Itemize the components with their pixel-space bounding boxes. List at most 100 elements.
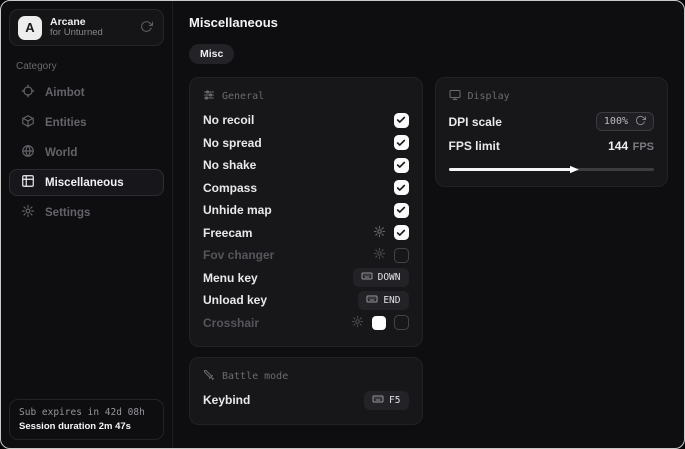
setting-label: Menu key xyxy=(203,271,258,285)
panel-title: General xyxy=(222,91,264,102)
sidebar-item-miscellaneous[interactable]: Miscellaneous xyxy=(9,169,164,196)
fov-changer-checkbox[interactable] xyxy=(394,248,409,263)
panel-title: Display xyxy=(468,91,510,102)
crosshair-config-button[interactable] xyxy=(351,315,364,331)
keyboard-icon xyxy=(372,393,384,408)
app-avatar: A xyxy=(18,16,42,40)
setting-row-no-shake: No shake xyxy=(203,154,409,177)
content-columns: General No recoil No spread No shake xyxy=(189,77,668,425)
reset-icon xyxy=(635,115,646,129)
setting-row-compass: Compass xyxy=(203,177,409,200)
fps-limit-slider[interactable] xyxy=(449,165,655,174)
fps-limit-unit: FPS xyxy=(633,141,654,153)
panel-general-header: General xyxy=(203,89,409,104)
setting-label: Crosshair xyxy=(203,316,259,330)
freecam-checkbox[interactable] xyxy=(394,225,409,240)
setting-label: Freecam xyxy=(203,226,252,240)
gear-icon xyxy=(21,204,35,221)
setting-label: No shake xyxy=(203,158,256,172)
keyboard-icon xyxy=(361,270,373,285)
no-spread-checkbox[interactable] xyxy=(394,135,409,150)
sidebar-nav: Aimbot Entities World Miscellaneous xyxy=(9,79,164,226)
keyboard-icon xyxy=(366,293,378,308)
keybind-value: F5 xyxy=(389,395,400,406)
sidebar-item-entities[interactable]: Entities xyxy=(9,109,164,136)
dpi-scale-control[interactable]: 100% xyxy=(596,112,654,131)
crosshair-icon xyxy=(21,84,35,101)
sidebar: A Arcane for Unturned Category Aimbot xyxy=(1,1,173,448)
sliders-icon xyxy=(203,89,215,104)
setting-row-freecam: Freecam xyxy=(203,222,409,245)
panel-general: General No recoil No spread No shake xyxy=(189,77,423,347)
app-subtitle: for Unturned xyxy=(50,28,130,39)
sidebar-item-settings[interactable]: Settings xyxy=(9,199,164,226)
grid-icon xyxy=(21,174,35,191)
setting-row-battle-keybind: Keybind F5 xyxy=(203,389,409,412)
setting-label: Compass xyxy=(203,181,257,195)
gear-icon xyxy=(373,247,386,263)
panel-display: Display DPI scale 100% FPS limit 144 xyxy=(435,77,669,187)
setting-row-unhide-map: Unhide map xyxy=(203,199,409,222)
setting-row-fps-limit: FPS limit 144 FPS xyxy=(449,136,655,156)
sword-icon xyxy=(203,369,215,384)
battle-mode-keybind-button[interactable]: F5 xyxy=(364,391,408,410)
panel-battle-mode: Battle mode Keybind F5 xyxy=(189,357,423,425)
sidebar-item-label: Entities xyxy=(45,117,87,129)
setting-label: Unload key xyxy=(203,293,267,307)
setting-label: DPI scale xyxy=(449,115,502,129)
sidebar-item-aimbot[interactable]: Aimbot xyxy=(9,79,164,106)
refresh-icon xyxy=(140,20,153,36)
main-content: Miscellaneous Misc General No recoil xyxy=(173,1,684,448)
cube-icon xyxy=(21,114,35,131)
no-shake-checkbox[interactable] xyxy=(394,158,409,173)
compass-checkbox[interactable] xyxy=(394,180,409,195)
gear-icon xyxy=(373,225,386,241)
menu-key-keybind-button[interactable]: DOWN xyxy=(353,268,409,287)
refresh-button[interactable] xyxy=(138,18,155,38)
gear-icon xyxy=(351,315,364,331)
no-recoil-checkbox[interactable] xyxy=(394,113,409,128)
app-titles: Arcane for Unturned xyxy=(50,16,130,39)
setting-row-dpi-scale: DPI scale 100% xyxy=(449,109,655,134)
sidebar-item-label: Settings xyxy=(45,207,90,219)
sidebar-item-label: Aimbot xyxy=(45,87,85,99)
setting-row-no-spread: No spread xyxy=(203,132,409,155)
unload-key-keybind-button[interactable]: END xyxy=(358,291,408,310)
panel-display-header: Display xyxy=(449,89,655,104)
page-title: Miscellaneous xyxy=(189,15,668,30)
crosshair-color-swatch[interactable] xyxy=(372,316,386,330)
app-window: A Arcane for Unturned Category Aimbot xyxy=(0,0,685,449)
setting-row-no-recoil: No recoil xyxy=(203,109,409,132)
setting-label: Fov changer xyxy=(203,248,274,262)
tab-misc[interactable]: Misc xyxy=(189,44,234,64)
session-duration-text: Session duration 2m 47s xyxy=(19,421,154,432)
globe-icon xyxy=(21,144,35,161)
setting-row-unload-key: Unload key END xyxy=(203,289,409,312)
panel-battle-mode-header: Battle mode xyxy=(203,369,409,384)
setting-row-crosshair: Crosshair xyxy=(203,312,409,335)
keybind-value: END xyxy=(383,295,400,306)
left-column: General No recoil No spread No shake xyxy=(189,77,423,425)
setting-row-fov-changer: Fov changer xyxy=(203,244,409,267)
fov-changer-config-button[interactable] xyxy=(373,247,386,263)
setting-row-menu-key: Menu key DOWN xyxy=(203,267,409,290)
keybind-value: DOWN xyxy=(378,272,401,283)
tab-bar: Misc xyxy=(189,44,668,64)
setting-label: Unhide map xyxy=(203,203,272,217)
category-label: Category xyxy=(16,61,157,72)
sidebar-item-label: World xyxy=(45,147,77,159)
crosshair-checkbox[interactable] xyxy=(394,315,409,330)
sidebar-item-label: Miscellaneous xyxy=(45,177,124,189)
setting-label: No spread xyxy=(203,136,262,150)
sidebar-item-world[interactable]: World xyxy=(9,139,164,166)
right-column: Display DPI scale 100% FPS limit 144 xyxy=(435,77,669,187)
subscription-status-card: Sub expires in 42d 08h Session duration … xyxy=(9,399,164,440)
app-card: A Arcane for Unturned xyxy=(9,9,164,46)
freecam-config-button[interactable] xyxy=(373,225,386,241)
slider-thumb[interactable] xyxy=(570,165,579,174)
monitor-icon xyxy=(449,89,461,104)
dpi-scale-value: 100% xyxy=(604,116,628,127)
fps-limit-value: 144 xyxy=(608,139,628,153)
panel-title: Battle mode xyxy=(222,371,288,382)
unhide-map-checkbox[interactable] xyxy=(394,203,409,218)
